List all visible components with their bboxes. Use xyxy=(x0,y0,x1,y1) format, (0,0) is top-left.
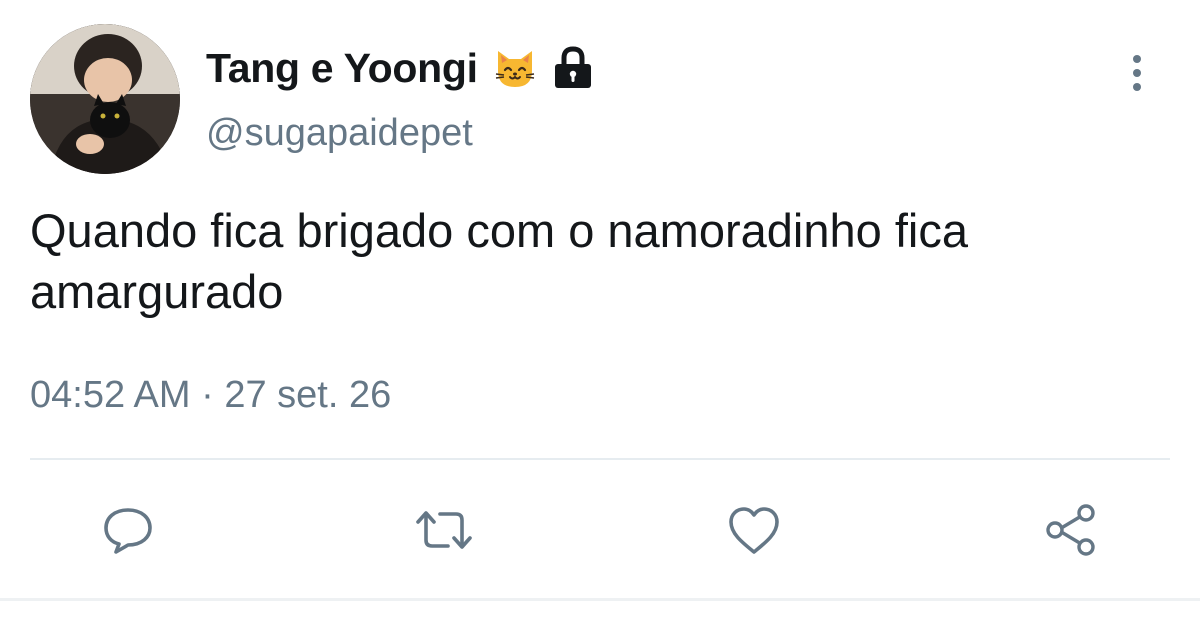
vertical-dots-icon xyxy=(1133,55,1141,91)
display-name[interactable]: Tang e Yoongi xyxy=(206,45,478,92)
avatar[interactable] xyxy=(30,24,180,174)
speech-bubble-icon xyxy=(104,508,152,554)
tweet-time: 04:52 AM xyxy=(30,374,191,416)
reply-button[interactable] xyxy=(96,498,160,562)
share-button[interactable] xyxy=(1038,498,1102,562)
handle[interactable]: @sugapaidepet xyxy=(206,112,473,155)
like-button[interactable] xyxy=(722,498,786,562)
tweet-date: 27 set. 26 xyxy=(224,374,392,416)
cat-face-emoji-icon xyxy=(492,45,538,91)
retweet-arrows-icon xyxy=(416,511,472,549)
meta-separator: · xyxy=(201,374,214,416)
more-options-button[interactable] xyxy=(1124,52,1150,96)
author-name-row[interactable]: Tang e Yoongi xyxy=(206,42,596,94)
tweet-text: Quando fica brigado com o namoradinho fi… xyxy=(30,204,968,318)
share-nodes-icon xyxy=(1046,504,1095,556)
retweet-button[interactable] xyxy=(412,498,476,562)
lock-icon xyxy=(550,45,596,91)
bottom-divider xyxy=(0,598,1200,601)
heart-icon xyxy=(729,507,779,554)
divider xyxy=(30,458,1170,460)
tweet-timestamp[interactable]: 04:52 AM · 27 set. 26 xyxy=(30,374,391,417)
